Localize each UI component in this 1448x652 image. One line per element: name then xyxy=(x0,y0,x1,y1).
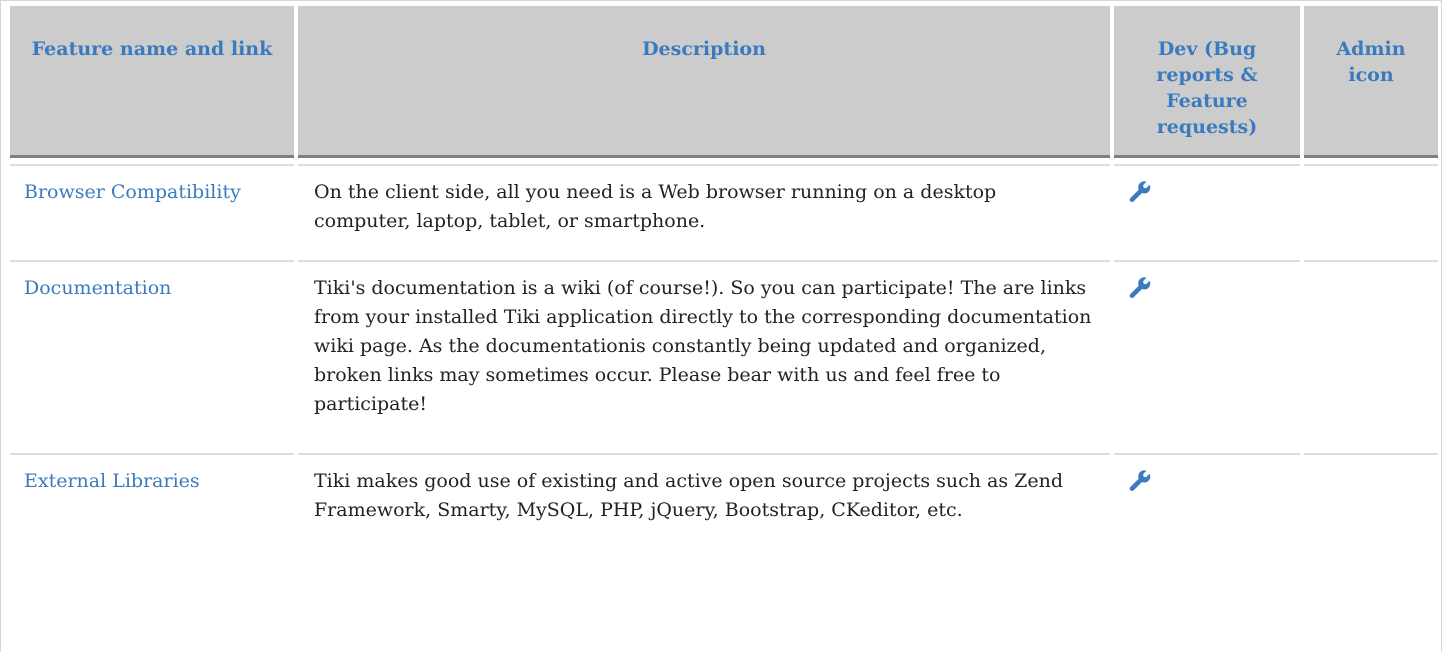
table-row: Documentation Tiki's documentation is a … xyxy=(10,260,1438,453)
header-admin-icon[interactable]: Admin icon xyxy=(1304,6,1438,158)
feature-description: Tiki's documentation is a wiki (of cours… xyxy=(298,260,1110,453)
feature-description: Tiki makes good use of existing and acti… xyxy=(298,453,1110,593)
dev-cell xyxy=(1114,260,1300,453)
wrench-icon[interactable] xyxy=(1128,180,1152,204)
feature-link-documentation[interactable]: Documentation xyxy=(10,260,294,453)
admin-cell xyxy=(1304,453,1438,593)
table-row: Browser Compatibility On the client side… xyxy=(10,164,1438,260)
admin-cell xyxy=(1304,260,1438,453)
table-header-row: Feature name and link Description Dev (B… xyxy=(10,6,1438,158)
wrench-icon[interactable] xyxy=(1128,276,1152,300)
header-description[interactable]: Description xyxy=(298,6,1110,158)
feature-description: On the client side, all you need is a We… xyxy=(298,164,1110,260)
features-table: Feature name and link Description Dev (B… xyxy=(6,6,1442,593)
dev-cell xyxy=(1114,164,1300,260)
feature-link-browser-compatibility[interactable]: Browser Compatibility xyxy=(10,164,294,260)
table-row: External Libraries Tiki makes good use o… xyxy=(10,453,1438,593)
feature-link-external-libraries[interactable]: External Libraries xyxy=(10,453,294,593)
wrench-icon[interactable] xyxy=(1128,469,1152,493)
header-feature-name[interactable]: Feature name and link xyxy=(10,6,294,158)
dev-cell xyxy=(1114,453,1300,593)
admin-cell xyxy=(1304,164,1438,260)
header-dev[interactable]: Dev (Bug reports & Feature requests) xyxy=(1114,6,1300,158)
